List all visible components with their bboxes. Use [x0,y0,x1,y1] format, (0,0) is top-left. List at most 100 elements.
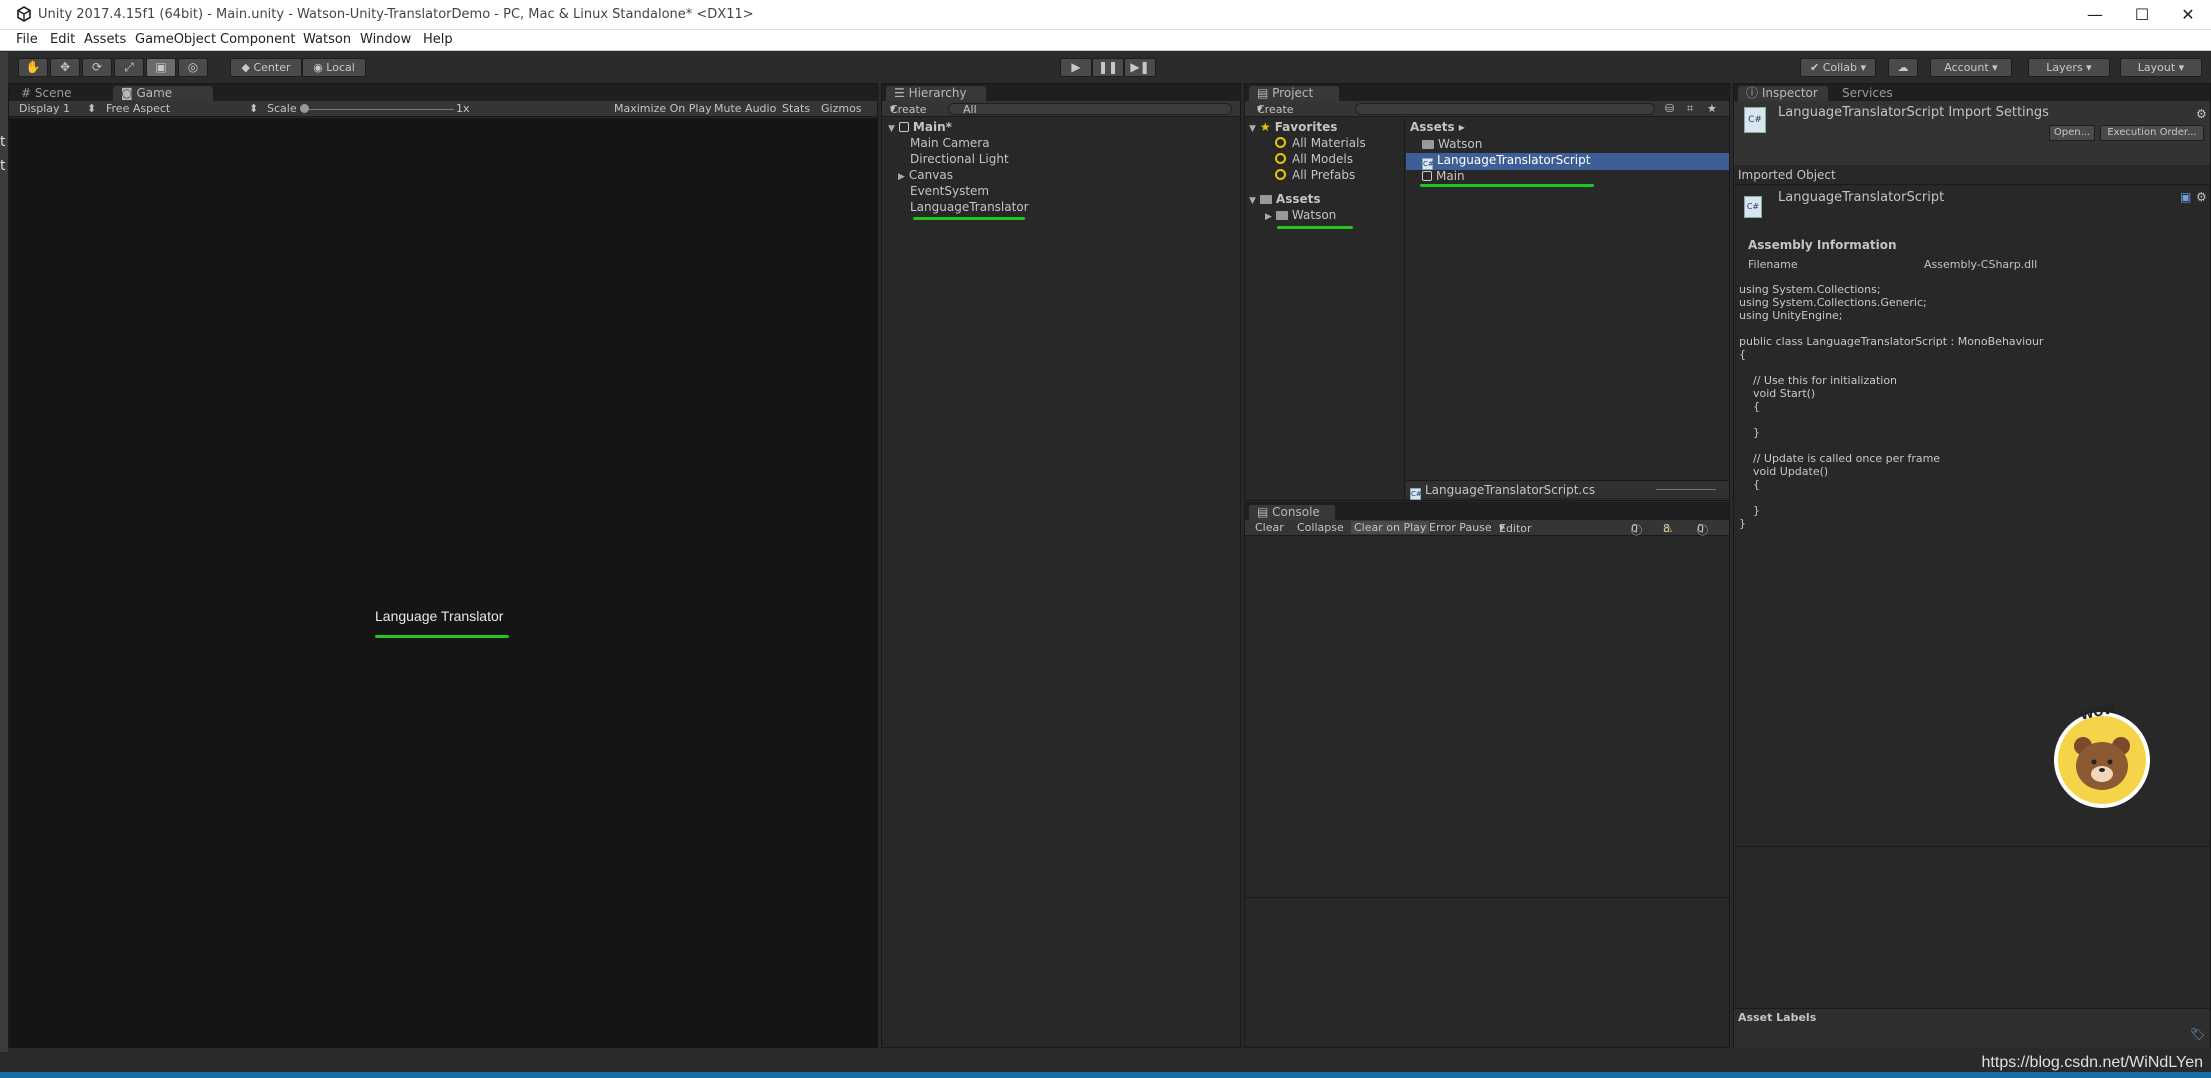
icon-size-slider[interactable] [1656,489,1716,490]
filter-type-icon[interactable]: ⛁ [1665,102,1674,115]
assets-folder-watson[interactable]: ▶ Watson [1265,208,1336,222]
menu-help[interactable]: Help [423,32,453,47]
console-clear-on-play-toggle[interactable]: Clear on Play [1351,521,1430,534]
breadcrumb[interactable]: Assets ▸ [1410,120,1465,134]
favorite-item[interactable]: All Materials [1275,136,1366,150]
assets-header[interactable]: ▼ Assets [1249,192,1321,206]
scale-slider[interactable] [304,109,454,110]
move-tool-icon[interactable]: ✥ [50,58,80,77]
console-editor-dropdown[interactable]: Editor ▾ [1499,521,1532,535]
menu-edit[interactable]: Edit [50,32,75,47]
tab-hierarchy[interactable]: ☰ Hierarchy [886,86,986,101]
console-log-list[interactable] [1245,537,1729,897]
pause-button[interactable]: ❚❚ [1092,58,1124,77]
hierarchy-item[interactable]: Main Camera [910,136,990,150]
gizmos-dropdown[interactable]: Gizmos [821,102,862,115]
hierarchy-item[interactable]: LanguageTranslator [910,200,1029,214]
filter-label-icon[interactable]: ⌗ [1687,102,1693,116]
rotate-tool-icon[interactable]: ⟳ [82,58,112,77]
minimize-button[interactable]: — [2075,4,2115,26]
tab-inspector[interactable]: ⓘ Inspector [1738,86,1828,101]
game-view-label: Language Translator [375,608,504,624]
menu-gameobject[interactable]: GameObject [135,32,216,47]
script-preview: using System.Collections; using System.C… [1739,283,2044,530]
tab-console[interactable]: ▤ Console [1249,505,1335,520]
favorite-item[interactable]: All Models [1275,152,1353,166]
folder-label: Watson [1291,208,1337,222]
collapsed-triangle-icon: ▶ [1265,212,1272,222]
folder-icon [1259,195,1272,204]
project-search-input[interactable] [1355,103,1655,115]
menu-component[interactable]: Component [220,32,295,47]
cloud-icon[interactable]: ☁ [1888,58,1918,77]
step-button[interactable]: ▶❚ [1124,58,1156,77]
breadcrumb-label: Assets [1410,120,1455,134]
stats-toggle[interactable]: Stats [782,102,810,115]
favorite-star-icon[interactable]: ★ [1707,102,1717,115]
book-icon[interactable]: ▣ [2180,190,2191,204]
menu-window[interactable]: Window [360,32,411,47]
favorite-item-label: All Materials [1292,136,1366,150]
play-button[interactable]: ▶ [1060,58,1092,77]
scale-slider-handle[interactable] [300,104,309,113]
scale-tool-icon[interactable]: ⤢ [114,58,144,77]
settings-gear-icon[interactable]: ⚙ [2196,107,2207,121]
hierarchy-item-canvas[interactable]: ▶ Canvas [898,168,953,182]
star-icon: ★ [1259,120,1271,134]
game-options-bar: Display 1 ⬍ Free Aspect ⬍ Scale 1x Maxim… [9,101,877,117]
scene-root[interactable]: ▼ Main* [888,120,952,134]
file-item-main-scene[interactable]: Main [1422,169,1465,183]
layout-dropdown[interactable]: Layout ▾ [2120,58,2202,77]
hierarchy-create-label: Create [890,103,927,116]
console-clear-button[interactable]: Clear [1255,521,1284,534]
hand-tool-icon[interactable]: ✋ [18,58,48,77]
favorites-header[interactable]: ▼ ★ Favorites [1249,120,1337,134]
open-button[interactable]: Open... [2049,125,2095,141]
menu-file[interactable]: File [16,32,38,47]
hierarchy-create-dropdown[interactable]: Create ▾ [890,102,927,116]
tab-scene[interactable]: # Scene [13,86,81,101]
settings-gear-icon[interactable]: ⚙ [2196,190,2207,204]
console-error-pause-toggle[interactable]: Error Pause [1429,521,1492,534]
maximize-on-play-toggle[interactable]: Maximize On Play [614,102,712,115]
tab-services[interactable]: Services [1834,86,1903,101]
hierarchy-item[interactable]: EventSystem [910,184,989,198]
tab-scene-label: Scene [34,86,72,100]
favorite-item[interactable]: All Prefabs [1275,168,1355,182]
breadcrumb-arrow: ▸ [1458,120,1465,134]
maximize-button[interactable]: ☐ [2122,4,2162,26]
file-item-script[interactable]: C# LanguageTranslatorScript [1406,153,1729,170]
close-button[interactable]: ✕ [2168,4,2208,26]
layers-dropdown[interactable]: Layers ▾ [2028,58,2110,77]
mute-audio-toggle[interactable]: Mute Audio [714,102,776,115]
assembly-information-label: Assembly Information [1748,238,1897,252]
game-panel: # Scene ◙ Game Display 1 ⬍ Free Aspect ⬍… [8,83,878,1048]
project-create-dropdown[interactable]: Create ▾ [1257,102,1294,116]
rect-tool-icon[interactable]: ▣ [146,58,176,77]
divider [1734,184,2210,185]
file-item-watson[interactable]: Watson [1422,137,1482,151]
pivot-center-button[interactable]: ◆ Center [230,58,302,77]
pivot-local-button[interactable]: ◉ Local [302,58,366,77]
execution-order-button[interactable]: Execution Order... [2100,125,2204,141]
console-detail-area[interactable] [1245,898,1729,1046]
account-dropdown[interactable]: Account ▾ [1930,58,2012,77]
transform-tool-icon[interactable]: ◎ [178,58,208,77]
aspect-dropdown[interactable]: Free Aspect [106,102,170,115]
console-collapse-toggle[interactable]: Collapse [1297,521,1344,534]
tab-project[interactable]: ▤ Project [1249,86,1339,101]
tag-icon[interactable]: 🏷 [2190,1027,2205,1041]
collab-dropdown[interactable]: ✔ Collab ▾ [1800,58,1876,77]
game-view[interactable]: Language Translator [9,118,877,1048]
console-editor-label: Editor [1499,522,1532,535]
imported-object-label: Imported Object [1738,168,1836,182]
annotation-underline [913,217,1025,220]
tab-game[interactable]: ◙ Game [113,86,213,101]
hierarchy-search-input[interactable]: All [948,103,1232,115]
menu-assets[interactable]: Assets [84,32,126,47]
hierarchy-item[interactable]: Directional Light [910,152,1009,166]
menu-watson[interactable]: Watson [303,32,351,47]
display-dropdown[interactable]: Display 1 [19,102,70,115]
annotation-underline [1277,226,1353,229]
file-label: Main [1436,169,1465,183]
